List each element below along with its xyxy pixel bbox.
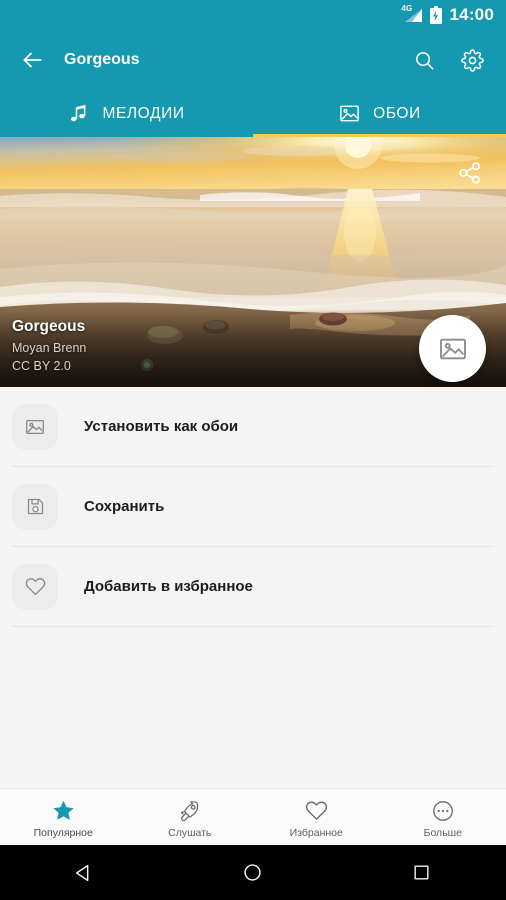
app-root: 4G 14:00 Gorgeous МЕЛОДИИ ОБОИ Gorgeous … — [0, 0, 506, 900]
image-icon — [26, 419, 44, 434]
tab-label-melodies: МЕЛОДИИ — [102, 104, 185, 122]
share-icon — [459, 162, 481, 184]
nav-label-popular: Популярное — [33, 827, 93, 839]
nav-label-listen: Слушать — [168, 826, 212, 839]
share-button[interactable] — [450, 153, 490, 193]
star-icon — [53, 800, 74, 820]
status-bar-clock: 14:00 — [449, 5, 494, 24]
image-icon — [439, 338, 466, 359]
tab-label-wallpapers: ОБОИ — [373, 104, 421, 122]
settings-button[interactable] — [448, 30, 496, 90]
action-save[interactable]: Сохранить — [0, 467, 506, 546]
floppy-save-icon — [27, 498, 43, 515]
signal-4g-icon: 4G — [401, 4, 422, 23]
wallpaper-preview[interactable]: Gorgeous Moyan Brenn CC BY 2.0 — [0, 137, 506, 387]
rocket-icon — [180, 800, 198, 821]
back-arrow-icon — [23, 52, 42, 68]
action-add-to-favorites[interactable]: Добавить в избранное — [0, 547, 506, 626]
app-toolbar: Gorgeous — [0, 30, 506, 90]
android-home-button[interactable] — [218, 845, 288, 900]
action-label: Установить как обои — [84, 418, 239, 435]
wallpaper-title: Gorgeous — [12, 318, 86, 335]
heart-icon — [305, 801, 327, 820]
android-recents-button[interactable] — [387, 845, 457, 900]
list-divider — [12, 626, 494, 627]
nav-item-favorites[interactable]: Избранное — [253, 789, 380, 845]
android-system-navigation — [0, 845, 506, 900]
battery-charging-icon — [429, 6, 442, 24]
gear-icon — [460, 48, 484, 72]
wallpaper-license: CC BY 2.0 — [12, 359, 71, 373]
more-circle-icon — [432, 800, 453, 821]
network-type-label: 4G — [401, 4, 413, 13]
tab-wallpapers[interactable]: ОБОИ — [253, 90, 506, 137]
wallpaper-author: Moyan Brenn — [12, 341, 87, 355]
action-list: Установить как обои Сохранить Добавить в… — [0, 387, 506, 627]
action-label: Добавить в избранное — [84, 578, 253, 595]
search-icon — [415, 51, 433, 69]
heart-icon — [25, 578, 45, 596]
tab-melodies[interactable]: МЕЛОДИИ — [0, 90, 253, 137]
action-icon-wrap — [12, 563, 58, 610]
action-label: Сохранить — [84, 498, 165, 515]
action-icon-wrap — [12, 483, 58, 530]
nav-item-listen[interactable]: Слушать — [127, 789, 254, 845]
android-recents-icon — [414, 865, 429, 880]
bottom-navigation: Популярное Слушать Избранное Больше — [0, 788, 506, 845]
page-title: Gorgeous — [64, 51, 140, 68]
image-icon — [340, 105, 360, 122]
nav-item-popular[interactable]: Популярное — [0, 789, 127, 845]
preview-fab-button[interactable] — [419, 315, 486, 382]
action-icon-wrap — [12, 403, 58, 450]
android-back-button[interactable] — [49, 845, 119, 900]
wallpaper-metadata: Gorgeous Moyan Brenn CC BY 2.0 — [12, 318, 86, 373]
action-set-as-wallpaper[interactable]: Установить как обои — [0, 387, 506, 466]
android-back-icon — [76, 864, 89, 881]
android-home-icon — [244, 864, 262, 881]
back-button[interactable] — [0, 30, 64, 90]
nav-label-more: Больше — [423, 826, 462, 839]
nav-item-more[interactable]: Больше — [380, 789, 506, 845]
status-bar: 4G 14:00 — [0, 0, 506, 30]
music-note-icon — [71, 104, 86, 121]
nav-label-favorites: Избранное — [289, 827, 343, 839]
tab-bar: МЕЛОДИИ ОБОИ — [0, 90, 506, 137]
search-button[interactable] — [400, 30, 448, 90]
